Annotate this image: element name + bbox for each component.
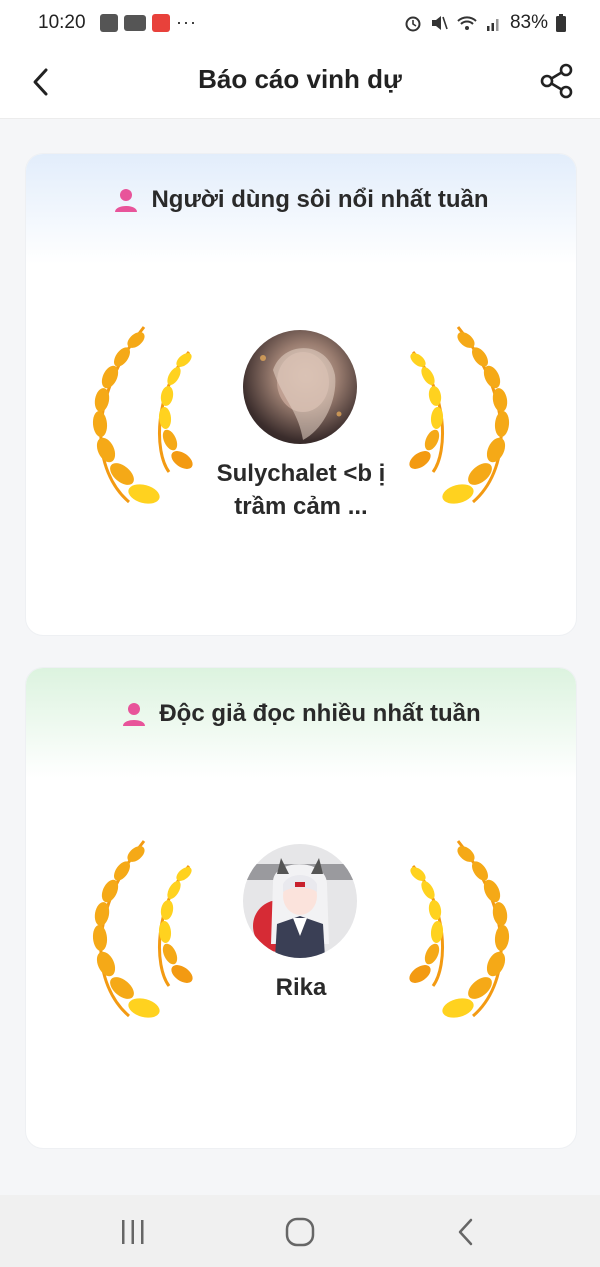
winner-avatar[interactable]: [243, 330, 357, 444]
recent-apps-icon[interactable]: [116, 1215, 150, 1249]
card-title: Người dùng sôi nổi nhất tuần: [151, 186, 489, 213]
weekly-top-reader-card: Độc giả đọc nhiều nhất tuần Rika: [25, 667, 577, 1149]
avatar-image: [243, 858, 357, 958]
laurel-right-icon: [409, 326, 510, 504]
user-icon: [115, 189, 138, 212]
nav-back-icon[interactable]: [450, 1215, 484, 1249]
status-time: 10:20: [38, 12, 86, 33]
winner-avatar[interactable]: [243, 844, 357, 958]
winner-name[interactable]: Sulychalet <b ị trầm cảm ...: [211, 457, 391, 523]
wifi-icon: [457, 16, 477, 30]
app-bar: Báo cáo vinh dự: [0, 46, 600, 119]
mangatoon-icon: [152, 13, 170, 32]
battery-icon: [556, 14, 566, 32]
avatar-image: [260, 348, 342, 440]
laurel-left-icon: [92, 840, 193, 1018]
signal-icon: [486, 19, 499, 31]
more-dots-icon: ···: [176, 12, 197, 32]
weekly-active-user-card: Người dùng sôi nổi nhất tuần Sulychalet …: [25, 153, 577, 636]
mute-icon: [431, 16, 448, 30]
card-title: Độc giả đọc nhiều nhất tuần: [159, 700, 481, 727]
system-nav-bar: [0, 1195, 600, 1267]
card-header: Người dùng sôi nổi nhất tuần: [26, 154, 576, 264]
share-button[interactable]: [538, 62, 576, 100]
home-icon[interactable]: [283, 1215, 317, 1249]
winner-name[interactable]: Rika: [211, 971, 391, 1004]
notification-icons: ···: [100, 12, 197, 33]
user-icon: [123, 703, 146, 726]
shopee-icon: [100, 13, 118, 32]
laurel-right-icon: [409, 840, 510, 1018]
alarm-icon: [405, 16, 421, 32]
status-bar: 10:20 ··· 83%: [0, 0, 600, 46]
card-header: Độc giả đọc nhiều nhất tuần: [26, 668, 576, 778]
system-status: 83%: [404, 12, 566, 34]
battery-percent: 83%: [509, 12, 548, 33]
youtube-icon: [124, 14, 146, 31]
laurel-left-icon: [92, 326, 193, 504]
page-title: Báo cáo vinh dự: [198, 64, 402, 94]
